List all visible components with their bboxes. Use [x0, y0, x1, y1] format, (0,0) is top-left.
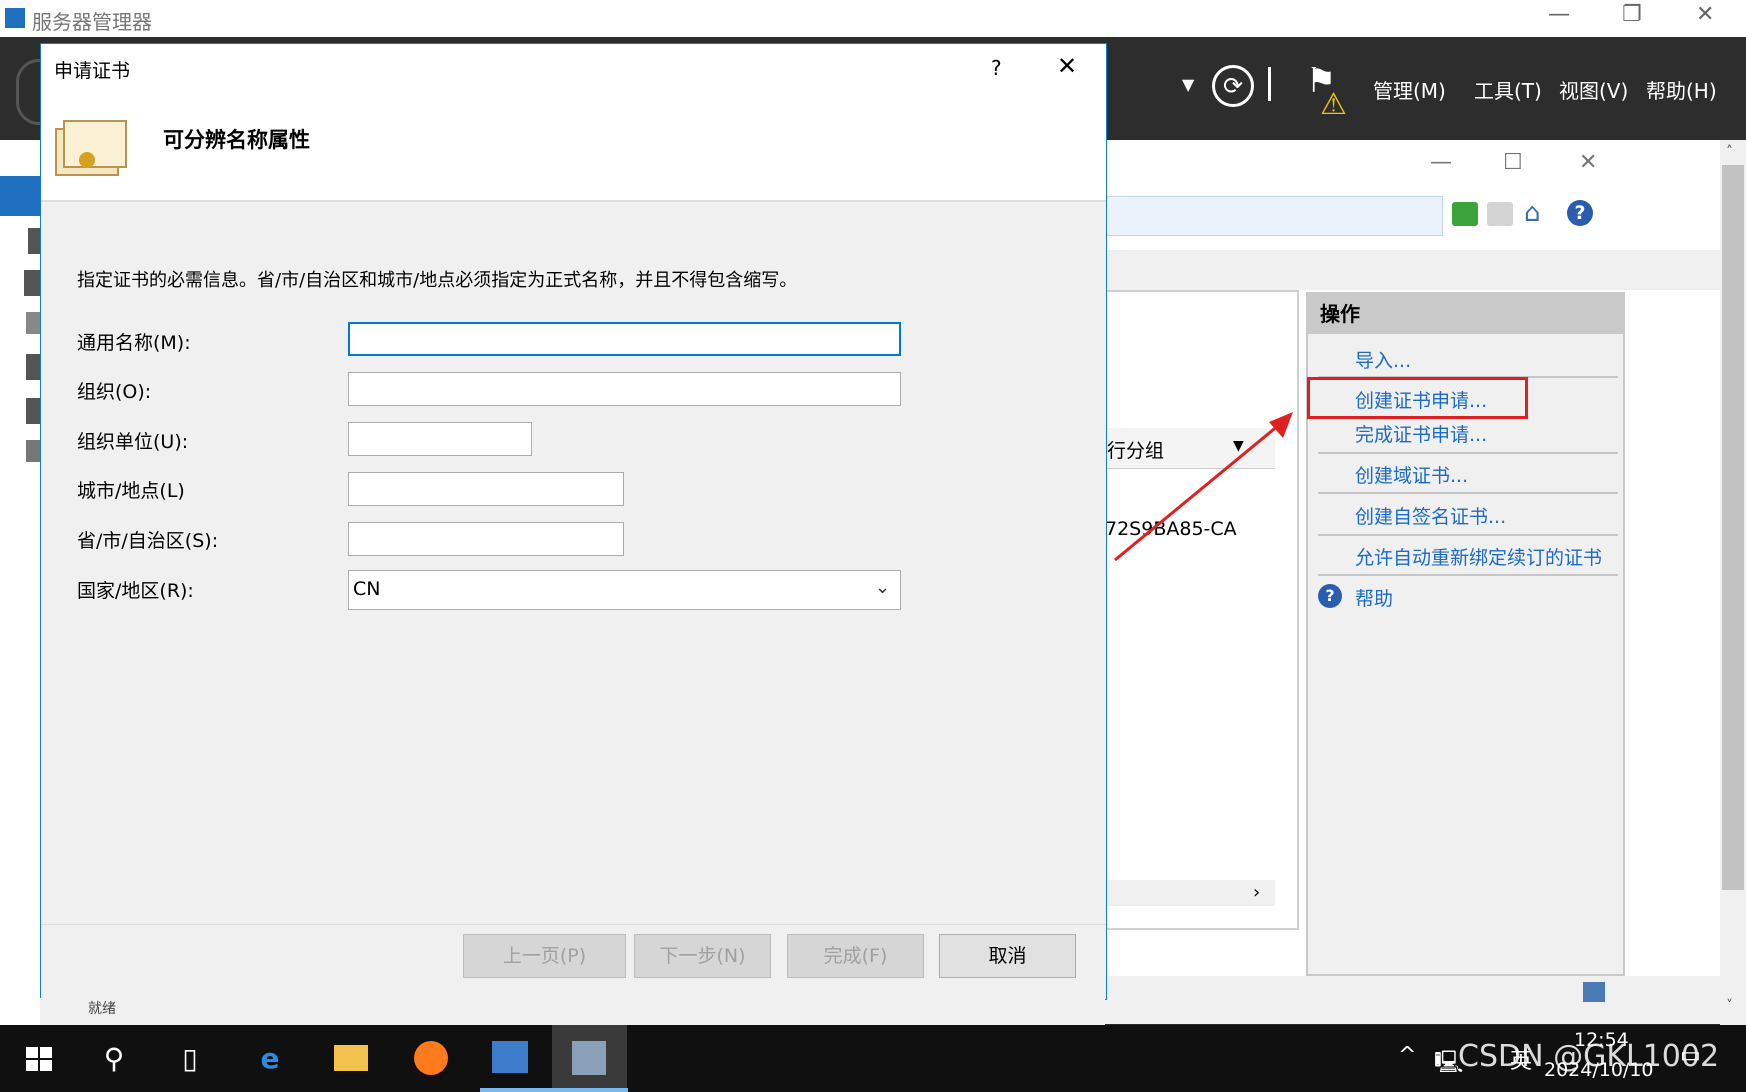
actions-header: 操作: [1308, 294, 1623, 334]
horizontal-scrollbar[interactable]: ›: [1105, 880, 1275, 906]
iis-shape: [572, 1041, 606, 1075]
chevron-down-icon[interactable]: ˅: [1726, 998, 1733, 1014]
restore-icon[interactable]: ❐: [1622, 2, 1642, 27]
instruction-text: 指定证书的必需信息。省/市/自治区和城市/地点必须指定为正式名称，并且不得包含缩…: [77, 270, 798, 291]
chevron-right-icon[interactable]: ›: [1253, 882, 1260, 903]
help-dropdown-icon[interactable]: ?: [1567, 200, 1593, 226]
common-name-label: 通用名称(M):: [77, 332, 191, 354]
previous-button[interactable]: 上一页(P): [463, 934, 626, 978]
action-create-domain-cert[interactable]: 创建域证书...: [1355, 461, 1468, 488]
state-label: 省/市/自治区(S):: [77, 530, 219, 552]
folder-shape: [334, 1045, 368, 1071]
chevron-down-icon: ⌄: [875, 577, 891, 598]
active-indicator: [480, 1088, 628, 1092]
home-icon[interactable]: ⌂: [1524, 198, 1541, 228]
chevron-up-icon[interactable]: ˄: [1726, 144, 1733, 160]
stop-icon: [1487, 202, 1513, 226]
highlight-box: [1307, 377, 1528, 419]
scroll-thumb[interactable]: [1722, 165, 1744, 890]
city-label: 城市/地点(L): [77, 480, 185, 502]
taskbar: ⚲ ▯ e ^ 🖳 英 12:54 2024/10/10 ▭ CSDN @GKL…: [0, 1025, 1746, 1092]
organization-label: 组织(O):: [77, 381, 152, 403]
action-help[interactable]: 帮助: [1355, 584, 1393, 611]
server-manager-taskbar-icon[interactable]: [476, 1025, 544, 1092]
close-icon[interactable]: ✕: [1057, 52, 1077, 80]
organization-input[interactable]: [348, 372, 901, 406]
server-manager-shape: [492, 1041, 528, 1073]
menu-view[interactable]: 视图(V): [1559, 75, 1628, 104]
iis-toolbar-strip: [1105, 250, 1725, 290]
cancel-button[interactable]: 取消: [939, 934, 1076, 978]
go-icon[interactable]: [1452, 202, 1478, 226]
country-select[interactable]: CN ⌄: [348, 570, 901, 610]
iis-content-pane: 行分组 ▼ 72S9BA85-CA ›: [1105, 290, 1299, 930]
action-auto-rebind[interactable]: 允许自动重新绑定续订的证书: [1355, 543, 1602, 570]
divider: [1318, 492, 1618, 494]
separator: [1268, 67, 1271, 101]
ad-cs-icon[interactable]: [26, 398, 40, 424]
server-manager-title: 服务器管理器: [32, 10, 152, 34]
search-icon[interactable]: ⚲: [80, 1025, 148, 1092]
country-value: CN: [353, 578, 381, 600]
refresh-icon[interactable]: ⟳: [1212, 65, 1254, 107]
start-button[interactable]: [4, 1025, 72, 1092]
iis-maximize-icon[interactable]: ☐: [1503, 150, 1523, 175]
menu-tools[interactable]: 工具(T): [1474, 75, 1542, 104]
certificate-icon: [55, 116, 127, 176]
next-button[interactable]: 下一步(N): [634, 934, 771, 978]
windows-logo-icon: [26, 1047, 52, 1071]
iis-icon[interactable]: [26, 354, 40, 380]
left-nav: [0, 140, 40, 1025]
firefox-shape: [414, 1041, 448, 1075]
divider: [1318, 452, 1618, 454]
dropdown-arrow-icon[interactable]: ▼: [1182, 75, 1194, 94]
help-button[interactable]: ?: [991, 56, 1002, 80]
watermark: CSDN @GKL1002: [1458, 1039, 1720, 1074]
request-certificate-dialog: 申请证书 ? ✕ 可分辨名称属性 指定证书的必需信息。省/市/自治区和城市/地点…: [40, 43, 1107, 1000]
org-unit-input[interactable]: [348, 422, 532, 456]
warning-icon: ⚠: [1320, 87, 1347, 122]
page-heading: 可分辨名称属性: [163, 128, 310, 152]
city-input[interactable]: [348, 472, 624, 506]
local-server-icon[interactable]: [28, 228, 40, 254]
sm-status-strip: 就绪: [40, 998, 1105, 1025]
file-explorer-icon[interactable]: [316, 1025, 384, 1092]
action-import[interactable]: 导入...: [1355, 346, 1411, 373]
action-complete-cert-request[interactable]: 完成证书申请...: [1355, 420, 1487, 447]
edge-icon[interactable]: e: [236, 1025, 304, 1092]
server-manager-icon: [5, 8, 25, 28]
network-status-icon: [1583, 982, 1605, 1002]
finish-button[interactable]: 完成(F): [787, 934, 924, 978]
dialog-title: 申请证书: [54, 60, 131, 82]
menu-manage[interactable]: 管理(M): [1373, 75, 1446, 104]
iis-address-bar[interactable]: [1105, 196, 1443, 236]
divider: [1318, 534, 1618, 536]
storage-icon[interactable]: [26, 440, 40, 462]
close-icon[interactable]: ✕: [1696, 2, 1714, 27]
common-name-input[interactable]: [348, 322, 901, 356]
iis-taskbar-icon[interactable]: [552, 1025, 627, 1092]
iis-minimize-icon[interactable]: —: [1430, 150, 1452, 175]
status-text: 就绪: [88, 1001, 116, 1017]
state-input[interactable]: [348, 522, 624, 556]
iis-status-bar: [1105, 976, 1720, 1024]
all-servers-icon[interactable]: [24, 270, 40, 296]
file-services-icon[interactable]: [26, 312, 40, 334]
org-unit-label: 组织单位(U):: [77, 431, 189, 453]
country-label: 国家/地区(R):: [77, 580, 194, 602]
iis-close-icon[interactable]: ✕: [1579, 150, 1597, 175]
server-manager-titlebar: 服务器管理器 — ❐ ✕: [0, 0, 1746, 37]
help-icon: ?: [1318, 584, 1342, 608]
footer-divider: [41, 924, 1106, 925]
dashboard-icon[interactable]: [0, 176, 40, 216]
menu-help[interactable]: 帮助(H): [1646, 75, 1717, 104]
annotation-arrow: [1114, 412, 1293, 562]
task-view-icon[interactable]: ▯: [156, 1025, 224, 1092]
firefox-icon[interactable]: [396, 1025, 464, 1092]
dialog-header: 申请证书 ? ✕ 可分辨名称属性: [41, 44, 1106, 202]
divider: [1318, 574, 1618, 576]
action-create-self-signed-cert[interactable]: 创建自签名证书...: [1355, 502, 1506, 529]
chevron-up-icon[interactable]: ^: [1398, 1043, 1416, 1068]
minimize-icon[interactable]: —: [1548, 2, 1570, 27]
